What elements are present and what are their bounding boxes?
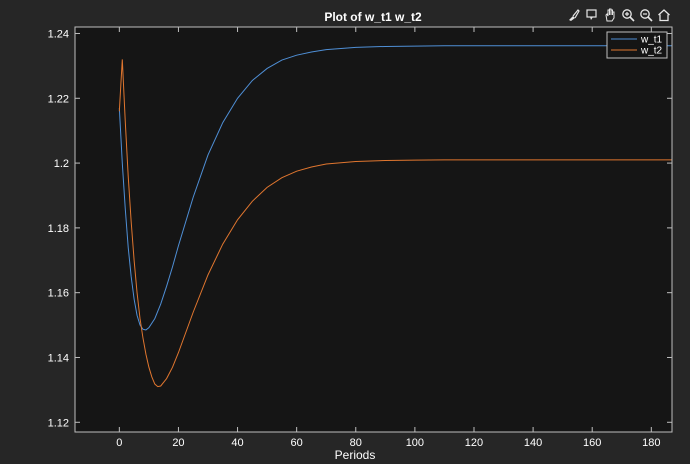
- figure-window: Plot of w_t1 w_t2 0 20 40 60 80 100 120 140 160 1…: [0, 0, 690, 464]
- x-tick-label: 160: [583, 437, 601, 449]
- legend-label-w-t1: w_t1: [640, 35, 663, 46]
- y-tick-label: 1.16: [48, 288, 69, 300]
- pan-icon[interactable]: [602, 7, 618, 23]
- chart-title: Plot of w_t1 w_t2: [324, 10, 422, 24]
- x-axis-label: Periods: [335, 448, 376, 462]
- y-tick-label: 1.2: [54, 158, 69, 170]
- y-tick-label: 1.24: [48, 28, 69, 40]
- zoom-out-icon[interactable]: [638, 7, 654, 23]
- x-tick-label: 120: [465, 437, 483, 449]
- x-tick-label: 140: [524, 437, 542, 449]
- line-chart: Plot of w_t1 w_t2 0 20 40 60 80 100 120 140 160 1…: [48, 10, 673, 462]
- y-tick-label: 1.14: [48, 352, 69, 364]
- y-tick-label: 1.18: [48, 223, 69, 235]
- legend[interactable]: w_t1w_t2: [606, 31, 668, 59]
- y-tick-label: 1.12: [48, 417, 69, 429]
- brush-icon[interactable]: [566, 7, 582, 23]
- y-tick-label: 1.22: [48, 93, 69, 105]
- data-tips-icon[interactable]: [584, 7, 600, 23]
- x-tick-label: 40: [231, 437, 243, 449]
- home-icon[interactable]: [656, 7, 672, 23]
- zoom-in-icon[interactable]: [620, 7, 636, 23]
- legend-label-w-t2: w_t2: [640, 46, 663, 57]
- x-tick-label: 180: [642, 437, 660, 449]
- axes-toolbar: [566, 6, 672, 24]
- x-tick-label: 60: [291, 437, 303, 449]
- x-tick-label: 20: [172, 437, 184, 449]
- axes-background: [75, 27, 672, 432]
- x-tick-label: 100: [406, 437, 424, 449]
- x-tick-label: 0: [116, 437, 122, 449]
